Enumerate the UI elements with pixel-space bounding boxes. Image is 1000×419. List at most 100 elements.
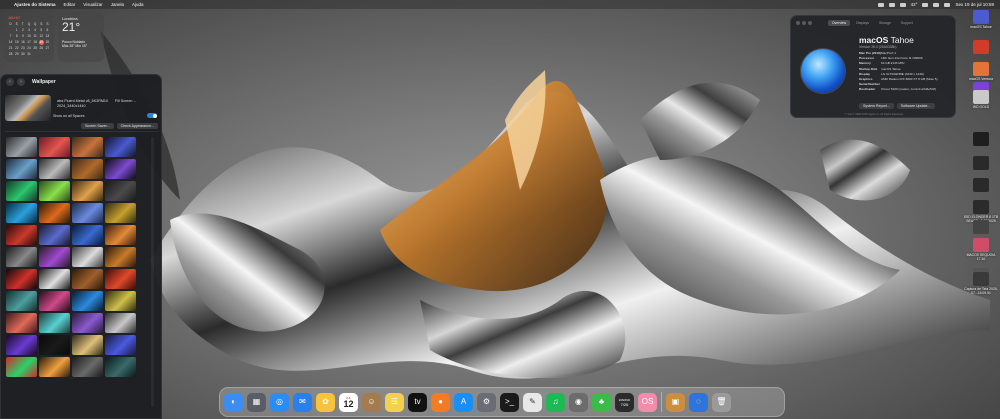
dock-migration-icon[interactable]: ◌ — [689, 392, 708, 412]
wallpaper-thumbnail[interactable] — [6, 291, 37, 311]
wallpaper-thumbnail[interactable] — [105, 269, 136, 289]
dock-archive-utility-icon[interactable]: ▣ — [666, 392, 685, 412]
dock-system-settings-icon[interactable]: ⚙ — [477, 392, 496, 412]
dock-terminal-icon[interactable]: >_ — [500, 392, 519, 412]
fill-mode-select[interactable]: Fill Screen⌄ — [115, 99, 137, 103]
audio-icon[interactable] — [888, 2, 895, 7]
dock-opencore-icon[interactable]: OS — [638, 392, 657, 412]
wallpaper-thumbnail[interactable] — [72, 269, 103, 289]
wallpaper-thumbnail[interactable] — [72, 335, 103, 355]
dock-launchpad-icon[interactable]: ▦ — [247, 392, 266, 412]
wallpaper-thumbnail[interactable] — [105, 225, 136, 245]
calendar-widget[interactable]: JULHO D S T Q Q S S 1 2 3 4 5 6 7 8 9 10 11 12 13 14 15 16 17 18… — [4, 12, 54, 62]
wallpaper-thumbnail[interactable] — [39, 247, 70, 267]
dock-clover-configurator-icon[interactable]: ♣ — [592, 392, 611, 412]
wallpaper-thumbnail[interactable] — [39, 291, 70, 311]
wallpaper-thumbnail[interactable] — [39, 357, 70, 377]
desktop-icon[interactable]: WD GOLD — [963, 90, 999, 109]
menu-app-name[interactable]: Ajustes do Sistema — [14, 2, 56, 7]
dock-textedit-icon[interactable]: ✎ — [523, 392, 542, 412]
wallpaper-thumbnail[interactable] — [6, 335, 37, 355]
show-all-spaces-toggle[interactable] — [147, 113, 157, 118]
wallpaper-thumbnail[interactable] — [6, 225, 37, 245]
wallpaper-thumbnail[interactable] — [39, 313, 70, 333]
dock-finder-icon[interactable]: ◐ — [224, 392, 243, 412]
wallpaper-thumbnail[interactable] — [39, 203, 70, 223]
wallpaper-thumbnail[interactable] — [105, 137, 136, 157]
temperature-readout[interactable]: 42° — [911, 2, 918, 7]
dock-spotify-icon[interactable]: ♫ — [546, 392, 565, 412]
menu-ajuda[interactable]: Ajuda — [132, 2, 144, 7]
dock-app-store-icon[interactable]: A — [454, 392, 473, 412]
screen-saver-button[interactable]: Screen Saver... — [81, 123, 114, 129]
screen-record-icon[interactable] — [877, 2, 884, 7]
wallpaper-thumbnail[interactable] — [72, 291, 103, 311]
wallpaper-thumbnail[interactable] — [39, 159, 70, 179]
desktop-icon[interactable] — [963, 178, 999, 192]
wallpaper-thumbnail[interactable] — [72, 225, 103, 245]
wallpaper-thumbnail[interactable] — [72, 247, 103, 267]
wallpaper-thumbnail[interactable] — [105, 181, 136, 201]
dock-calendar-icon[interactable]: JUL 12 — [339, 392, 358, 412]
desktop-icon[interactable]: macOS Ventura — [963, 62, 999, 81]
menu-visualizar[interactable]: Visualizar — [83, 2, 102, 7]
wallpaper-thumbnail[interactable] — [39, 269, 70, 289]
gallery-scrollbar[interactable] — [151, 137, 154, 407]
wallpaper-thumbnail[interactable] — [105, 203, 136, 223]
wallpaper-thumbnail[interactable] — [105, 357, 136, 377]
wifi-icon[interactable] — [922, 2, 929, 7]
dock-photos-icon[interactable]: ✿ — [316, 392, 335, 412]
wallpaper-thumbnail[interactable] — [6, 181, 37, 201]
desktop-icon[interactable]: Captura de Tela 2025-07...16.09.51 — [963, 272, 999, 295]
wallpaper-thumbnail[interactable] — [105, 159, 136, 179]
desktop-icon[interactable] — [963, 220, 999, 234]
control-center-icon[interactable] — [944, 2, 951, 7]
wallpaper-thumbnail[interactable] — [6, 357, 37, 377]
desktop-icon[interactable] — [963, 156, 999, 170]
tab-overview[interactable]: Overview — [828, 20, 851, 26]
desktop-icon[interactable] — [963, 40, 999, 54]
software-update-button[interactable]: Software Update... — [896, 103, 935, 109]
system-report-button[interactable]: System Report... — [859, 103, 894, 109]
wallpaper-thumbnail[interactable] — [6, 203, 37, 223]
wallpaper-thumbnail[interactable] — [6, 269, 37, 289]
forward-button[interactable]: › — [17, 78, 25, 86]
zoom-button[interactable] — [808, 21, 812, 25]
dock-mail-icon[interactable]: ✉ — [293, 392, 312, 412]
desktop-icon[interactable]: macOS Tahoe — [963, 10, 999, 29]
wallpaper-thumbnail[interactable] — [39, 335, 70, 355]
wallpaper-thumbnail[interactable] — [105, 291, 136, 311]
tab-displays[interactable]: Displays — [852, 20, 873, 26]
wallpaper-thumbnail[interactable] — [72, 181, 103, 201]
dock-safari-icon[interactable]: ◎ — [270, 392, 289, 412]
wallpaper-thumbnail[interactable] — [6, 159, 37, 179]
search-icon[interactable] — [933, 2, 940, 7]
dock-screenshot-icon[interactable]: ◉ — [569, 392, 588, 412]
wallpaper-thumbnail[interactable] — [6, 313, 37, 333]
back-button[interactable]: ‹ — [6, 78, 14, 86]
close-button[interactable] — [796, 21, 800, 25]
tab-support[interactable]: Support — [897, 20, 917, 26]
dock-notes-icon[interactable]: ☰ — [385, 392, 404, 412]
wallpaper-thumbnail[interactable] — [72, 137, 103, 157]
check-appearance-button[interactable]: Check Appearance... — [116, 123, 158, 129]
dock-firefox-icon[interactable]: ● — [431, 392, 450, 412]
menu-editar[interactable]: Editar — [64, 2, 76, 7]
wallpaper-thumbnail[interactable] — [105, 335, 136, 355]
wallpaper-thumbnail[interactable] — [6, 137, 37, 157]
wallpaper-thumbnail[interactable] — [105, 247, 136, 267]
dock-contacts-icon[interactable]: ☺ — [362, 392, 381, 412]
dock-trash-icon[interactable]: 🗑 — [712, 392, 731, 412]
wallpaper-thumbnail[interactable] — [39, 137, 70, 157]
tab-storage[interactable]: Storage — [875, 20, 895, 26]
dock-hackintool-icon[interactable]: WARNO 7/26 — [615, 392, 634, 412]
wallpaper-thumbnail[interactable] — [6, 247, 37, 267]
desktop-icon[interactable] — [963, 132, 999, 146]
desktop-icon[interactable]: MACOS SEQUOIA 17.10 — [963, 238, 999, 261]
weather-widget[interactable]: Londrina 21° Pouco Nublado Máx 28° Mín 1… — [58, 12, 104, 62]
wallpaper-thumbnail[interactable] — [72, 203, 103, 223]
wallpaper-thumbnail[interactable] — [105, 313, 136, 333]
wallpaper-thumbnail[interactable] — [72, 357, 103, 377]
wallpaper-thumbnail[interactable] — [39, 225, 70, 245]
minimize-button[interactable] — [802, 21, 806, 25]
